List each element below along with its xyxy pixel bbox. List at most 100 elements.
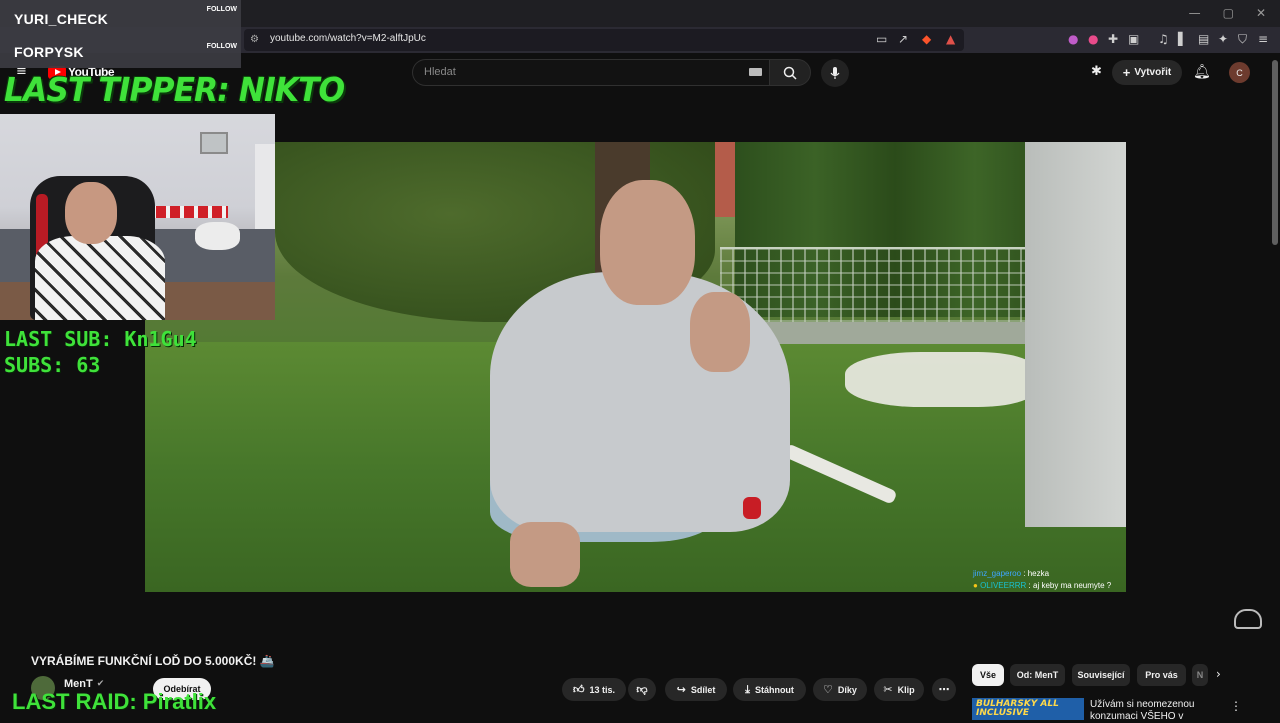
search-button[interactable] xyxy=(769,59,811,86)
search-icon xyxy=(783,66,797,80)
download-label: Stáhnout xyxy=(754,684,794,695)
webcam-person-head xyxy=(65,182,117,244)
brave-shield-icon[interactable]: ◆ xyxy=(922,32,931,46)
chips-next-arrow-icon[interactable]: › xyxy=(1216,667,1221,681)
chip-from-channel[interactable]: Od: MenT xyxy=(1010,664,1065,686)
video-plastic-bag xyxy=(845,352,1035,407)
recommended-video-menu-icon[interactable]: ⋮ xyxy=(1230,699,1242,713)
share-button[interactable]: ↪ Sdílet xyxy=(665,678,727,701)
video-wall xyxy=(735,322,1035,344)
badge-icon: ● xyxy=(973,581,978,590)
microphone-icon xyxy=(830,67,840,79)
video-title: VYRÁBÍME FUNKČNÍ LOĎ DO 5.000KČ! 🚢 xyxy=(31,654,275,668)
screenshot-icon[interactable]: ▣ xyxy=(1128,32,1139,46)
chip-for-you[interactable]: Pro vás xyxy=(1137,664,1186,686)
chat-text: : hezka xyxy=(1023,569,1050,578)
video-red-can xyxy=(743,497,761,519)
webcam-pillow xyxy=(195,222,240,250)
maximize-button[interactable]: ▢ xyxy=(1223,6,1234,20)
scissors-icon: ✂ xyxy=(883,683,893,696)
thumbs-down-icon: 👎︎ xyxy=(636,683,648,696)
streamer-logo-icon xyxy=(1234,609,1262,629)
leo-ai-icon[interactable]: ✦ xyxy=(1218,32,1228,46)
follow-label: FOLLOW xyxy=(206,43,237,50)
chat-username: jimz_gaperoo xyxy=(973,569,1022,578)
webcam-feed xyxy=(0,114,275,320)
chat-username: OLIVEERRR xyxy=(980,581,1027,590)
download-button[interactable]: ⤓ Stáhnout xyxy=(733,678,806,701)
chip-related[interactable]: Související xyxy=(1072,664,1130,686)
video-player[interactable] xyxy=(145,142,1126,592)
thumbs-up-icon: 👍︎ xyxy=(572,683,585,696)
close-window-button[interactable]: ✕ xyxy=(1256,6,1266,20)
last-sub-label: LAST SUB: Kn1Gu4 xyxy=(4,327,197,351)
thanks-button[interactable]: ♡ Díky xyxy=(813,678,867,701)
follow-row: FORPYSK FOLLOW xyxy=(0,38,241,68)
keyboard-icon[interactable] xyxy=(749,68,762,76)
notifications-bell-icon[interactable]: 🔔︎ xyxy=(1193,64,1211,80)
video-pillar xyxy=(1025,142,1126,527)
recommended-video-title[interactable]: Užívám si neomezenou konzumaci VŠEHO v xyxy=(1090,699,1215,723)
thanks-label: Díky xyxy=(837,684,857,695)
user-avatar[interactable]: C xyxy=(1229,62,1250,83)
sub-info: LAST SUB: Kn1Gu4 SUBS: 63 xyxy=(4,326,197,378)
video-fence xyxy=(720,247,1050,322)
chat-message: ● OLIVEERRR : aj keby ma neumyte ? xyxy=(973,580,1111,592)
media-icon[interactable]: ♫ xyxy=(1158,32,1169,46)
like-count: 13 tis. xyxy=(589,684,615,695)
wallet-icon[interactable]: ▤ xyxy=(1198,32,1209,46)
sidebar-toggle-icon[interactable]: ▌ xyxy=(1178,32,1187,46)
extensions-puzzle-icon[interactable]: ✚ xyxy=(1108,32,1118,46)
chip-next-partial[interactable]: N xyxy=(1192,664,1208,686)
share-page-icon[interactable]: ↗ xyxy=(898,32,908,46)
more-actions-button[interactable]: ⋯ xyxy=(932,678,956,701)
extension-icon-1[interactable]: ● xyxy=(1068,32,1078,46)
last-raid-label: LAST RAID: Piratlix xyxy=(12,689,217,714)
chat-text: : aj keby ma neumyte ? xyxy=(1028,581,1112,590)
scrollbar-thumb[interactable] xyxy=(1272,60,1278,245)
dislike-button[interactable]: 👎︎ xyxy=(628,678,656,701)
follow-alerts: YURI_CHECK FOLLOW FORPYSK FOLLOW xyxy=(0,0,241,68)
extension-icon-2[interactable]: ● xyxy=(1088,32,1098,46)
thumbnail-text: BULHARSKY ALL INCLUSIVE xyxy=(976,699,1059,718)
webcam-wall-picture xyxy=(200,132,228,154)
window-controls: — ▢ ✕ xyxy=(1189,6,1266,20)
chat-message: jimz_gaperoo : hezka xyxy=(973,568,1111,580)
minimize-button[interactable]: — xyxy=(1189,6,1201,20)
last-tipper-label: LAST TIPPER: NIKTO xyxy=(4,70,345,109)
chip-all[interactable]: Vše xyxy=(972,664,1004,686)
verified-check-icon: ✔ xyxy=(96,679,105,689)
follow-label: FOLLOW xyxy=(206,6,237,13)
webcam-person-body xyxy=(35,236,165,320)
video-person-hand xyxy=(690,292,750,372)
voice-search-button[interactable] xyxy=(821,59,849,87)
menu-icon[interactable]: ≡ xyxy=(1258,32,1268,46)
subs-count-label: SUBS: 63 xyxy=(4,353,101,377)
url-text[interactable]: youtube.com/watch?v=M2-alftJpUc xyxy=(270,33,426,44)
vpn-icon[interactable]: ⛉ xyxy=(1238,32,1247,47)
like-button[interactable]: 👍︎ 13 tis. xyxy=(562,678,626,701)
video-person-head xyxy=(600,180,695,305)
recommended-video-thumbnail[interactable]: BULHARSKY ALL INCLUSIVE xyxy=(972,698,1084,720)
follower-name: YURI_CHECK xyxy=(14,11,109,27)
follow-row: YURI_CHECK FOLLOW xyxy=(0,4,241,34)
youtube-extension-icon[interactable]: ✱ xyxy=(1091,64,1102,79)
follower-name: FORPYSK xyxy=(14,44,84,60)
create-label: Vytvořit xyxy=(1134,67,1172,78)
share-label: Sdílet xyxy=(690,684,716,695)
clip-label: Klip xyxy=(897,684,915,695)
more-dots-icon: ⋯ xyxy=(938,683,950,696)
brave-rewards-icon[interactable]: ▲ xyxy=(946,32,955,46)
search-placeholder: Hledat xyxy=(424,66,456,78)
video-person-leg xyxy=(510,522,580,587)
download-icon: ⤓ xyxy=(745,682,750,696)
site-info-icon[interactable]: ⚙ xyxy=(250,34,259,45)
plus-icon: + xyxy=(1122,65,1131,80)
clip-button[interactable]: ✂ Klip xyxy=(874,678,924,701)
cast-icon[interactable]: ▭ xyxy=(876,32,887,46)
search-input[interactable] xyxy=(412,59,769,86)
stream-chat: jimz_gaperoo : hezka ● OLIVEERRR : aj ke… xyxy=(973,568,1111,592)
thanks-icon: ♡ xyxy=(823,683,833,696)
share-icon: ↪ xyxy=(676,683,686,696)
create-button[interactable]: + Vytvořit xyxy=(1112,60,1182,85)
